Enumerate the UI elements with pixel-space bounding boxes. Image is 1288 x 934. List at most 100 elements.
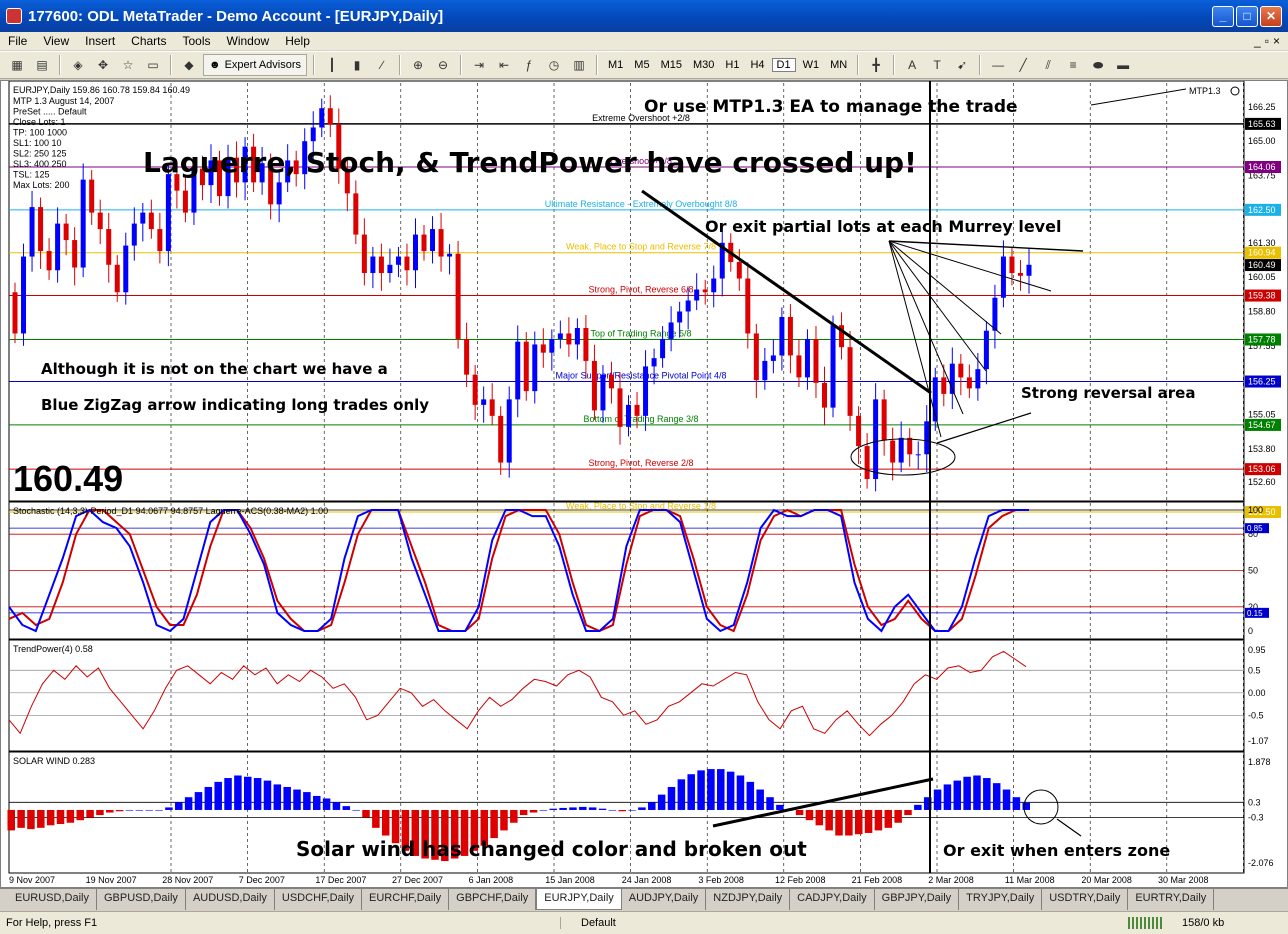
menu-insert[interactable]: Insert: [77, 34, 123, 48]
solar-wind-bar: [628, 809, 636, 811]
chart-tab[interactable]: EURTRY,Daily: [1128, 889, 1215, 910]
mdi-minimize-button[interactable]: _: [1254, 34, 1261, 48]
date-label: 30 Mar 2008: [1158, 875, 1209, 885]
date-label: 28 Nov 2007: [162, 875, 213, 885]
chart-tab[interactable]: EURJPY,Daily: [536, 889, 622, 910]
menu-charts[interactable]: Charts: [123, 34, 174, 48]
murrey-level-label: Strong, Pivot, Reverse 6/8: [588, 285, 693, 295]
templates-icon[interactable]: ▥: [568, 54, 590, 76]
murrey-price-text: 165.63: [1248, 119, 1276, 129]
candle-body: [114, 264, 120, 293]
line-chart-icon[interactable]: ∕: [371, 54, 393, 76]
solar-wind-bar: [983, 778, 991, 810]
timeframe-mn[interactable]: MN: [826, 59, 851, 71]
timeframe-m30[interactable]: M30: [689, 59, 718, 71]
text-tool-icon[interactable]: A: [901, 54, 923, 76]
trendpower-axis-label: -1.07: [1248, 736, 1269, 746]
close-button[interactable]: ✕: [1260, 5, 1282, 27]
chart-tab[interactable]: EURCHF,Daily: [362, 889, 450, 910]
bar-chart-icon[interactable]: ┃: [321, 54, 343, 76]
solar-wind-bar: [96, 809, 104, 816]
chart-tab[interactable]: USDTRY,Daily: [1042, 889, 1129, 910]
solar-wind-bar: [815, 809, 824, 826]
stoch-axis-label: 0: [1248, 626, 1253, 636]
solar-wind-bar: [165, 807, 173, 810]
reversal-annotation: Strong reversal area: [1021, 384, 1195, 402]
horizontal-line-icon[interactable]: —: [987, 54, 1009, 76]
candle-body: [574, 327, 580, 345]
favorites-icon[interactable]: ☆: [117, 54, 139, 76]
channel-icon[interactable]: ⫽: [1037, 54, 1059, 76]
chart-canvas[interactable]: 9 Nov 2007 19 Nov 2007 28 Nov 2007 7 Dec 20…: [1, 81, 1287, 887]
chart-tab[interactable]: AUDJPY,Daily: [622, 889, 707, 910]
candlestick-icon[interactable]: ▮: [346, 54, 368, 76]
connection-icon: [1128, 917, 1164, 929]
timeframe-w1[interactable]: W1: [799, 59, 824, 71]
new-order-icon[interactable]: ◆: [178, 54, 200, 76]
toolbar-separator: [893, 55, 896, 75]
toolbar-separator: [596, 55, 598, 75]
trendline-icon[interactable]: ╱: [1012, 54, 1034, 76]
candle-body: [165, 174, 171, 252]
chart-tab[interactable]: NZDJPY,Daily: [706, 889, 791, 910]
stoch-marker-label: 0.85: [1247, 524, 1263, 533]
terminal-icon[interactable]: ▭: [142, 54, 164, 76]
chart-tab[interactable]: GBPJPY,Daily: [875, 889, 960, 910]
candle-body: [378, 256, 384, 274]
maximize-button[interactable]: □: [1236, 5, 1258, 27]
zoom-in-icon[interactable]: ⊕: [407, 54, 429, 76]
timeframe-m5[interactable]: M5: [630, 59, 653, 71]
chart-tab[interactable]: TRYJPY,Daily: [959, 889, 1043, 910]
solar-wind-bar: [312, 795, 321, 810]
chart-tab[interactable]: GBPUSD,Daily: [97, 889, 186, 910]
timeframe-m1[interactable]: M1: [604, 59, 627, 71]
date-label: 21 Feb 2008: [852, 875, 903, 885]
menu-view[interactable]: View: [35, 34, 77, 48]
candle-body: [915, 454, 921, 456]
menu-window[interactable]: Window: [219, 34, 278, 48]
ea-info-line: SL3: 400 250: [13, 159, 67, 169]
auto-scroll-icon[interactable]: ⇥: [468, 54, 490, 76]
chart-tab[interactable]: AUDUSD,Daily: [186, 889, 275, 910]
periods-icon[interactable]: ◷: [543, 54, 565, 76]
menu-tools[interactable]: Tools: [175, 34, 219, 48]
ellipse-icon[interactable]: ⬬: [1087, 54, 1109, 76]
fibo-icon[interactable]: ≡: [1062, 54, 1084, 76]
new-chart-icon[interactable]: ▦: [6, 54, 28, 76]
chart-tab[interactable]: USDCHF,Daily: [275, 889, 363, 910]
crosshair-icon[interactable]: ╋: [865, 54, 887, 76]
timeframe-h4[interactable]: H4: [746, 59, 768, 71]
chart-tabs: EURUSD,Daily GBPUSD,Daily AUDUSD,Daily USDC…: [0, 888, 1288, 910]
candle-body: [1017, 273, 1023, 276]
navigator-icon[interactable]: ✥: [92, 54, 114, 76]
toolbar-separator: [399, 55, 401, 75]
rectangle-icon[interactable]: ▬: [1112, 54, 1134, 76]
candle-body: [617, 388, 623, 427]
timeframe-d1[interactable]: D1: [771, 58, 796, 72]
text-label-icon[interactable]: T: [926, 54, 948, 76]
profiles-icon[interactable]: ▤: [31, 54, 53, 76]
candle-body: [711, 278, 717, 293]
timeframe-m15[interactable]: M15: [657, 59, 686, 71]
arrows-icon[interactable]: ➹: [951, 54, 973, 76]
minimize-button[interactable]: _: [1212, 5, 1234, 27]
zoom-out-icon[interactable]: ⊖: [432, 54, 454, 76]
candle-body: [566, 333, 572, 345]
solar-wind-bar: [214, 781, 222, 810]
menu-help[interactable]: Help: [277, 34, 318, 48]
indicators-icon[interactable]: ƒ: [518, 54, 540, 76]
chart-tab[interactable]: EURUSD,Daily: [8, 889, 97, 910]
solar-wind-bar: [372, 809, 380, 828]
menu-file[interactable]: File: [0, 34, 35, 48]
chart-tab[interactable]: GBPCHF,Daily: [449, 889, 537, 910]
chart-tab[interactable]: CADJPY,Daily: [790, 889, 875, 910]
solar-wind-bar: [598, 808, 607, 810]
mdi-restore-button[interactable]: ▫: [1265, 34, 1269, 48]
chart-window[interactable]: 9 Nov 2007 19 Nov 2007 28 Nov 2007 7 Dec 20…: [0, 80, 1288, 888]
timeframe-h1[interactable]: H1: [721, 59, 743, 71]
expert-advisors-button[interactable]: ☻ Expert Advisors: [203, 54, 307, 76]
mdi-close-button[interactable]: ×: [1273, 34, 1280, 48]
chart-shift-icon[interactable]: ⇤: [493, 54, 515, 76]
candle-body: [421, 234, 427, 252]
market-watch-icon[interactable]: ◈: [67, 54, 89, 76]
